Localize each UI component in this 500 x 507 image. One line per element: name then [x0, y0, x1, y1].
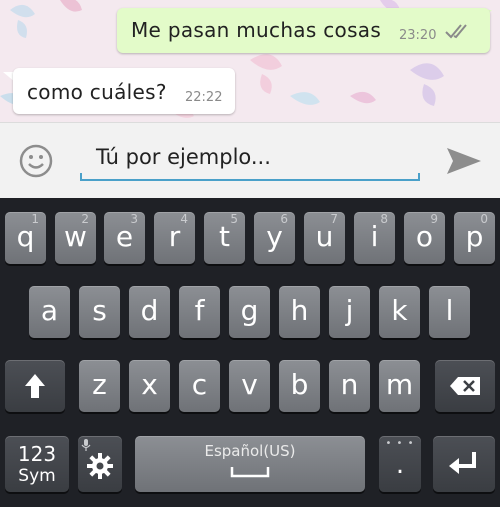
key-m[interactable]: m	[379, 360, 420, 412]
period-key-dots: • • •	[385, 438, 415, 449]
input-underline-right	[418, 173, 420, 181]
soft-keyboard: 1 q 2 w 3 e 4 r 5 t 6 y 7 u 8 i 9 o 0 p a s d f g h j k l z x c v b n m 123 S…	[0, 198, 500, 507]
key-p[interactable]: 0p	[454, 212, 495, 264]
key-label: l	[445, 294, 454, 327]
language-label: Español(US)	[204, 442, 296, 460]
key-n[interactable]: n	[329, 360, 370, 412]
chat-screen: Me pasan muchas cosas 23:20 como cuáles?…	[0, 0, 500, 507]
key-f[interactable]: f	[179, 286, 220, 338]
double-check-icon	[445, 24, 467, 39]
key-label: p	[465, 220, 484, 253]
key-label: a	[40, 294, 59, 327]
outgoing-message-time: 23:20	[399, 28, 437, 43]
key-u[interactable]: 7u	[304, 212, 345, 264]
key-label: e	[115, 220, 134, 253]
microphone-icon	[81, 439, 91, 451]
incoming-message-bubble[interactable]: como cuáles? 22:22	[13, 68, 235, 114]
key-label: u	[315, 220, 334, 253]
key-label: m	[385, 368, 414, 401]
space-bar-icon	[230, 467, 270, 478]
period-key-label: .	[395, 450, 405, 480]
key-label: b	[290, 368, 309, 401]
shift-arrow-icon	[25, 374, 45, 398]
key-label: k	[391, 294, 408, 327]
key-s[interactable]: s	[79, 286, 120, 338]
outgoing-message-text: Me pasan muchas cosas	[131, 18, 382, 42]
key-k[interactable]: k	[379, 286, 420, 338]
input-underline-left	[80, 173, 82, 181]
key-e[interactable]: 3e	[104, 212, 145, 264]
key-label: f	[194, 294, 205, 327]
key-h[interactable]: h	[279, 286, 320, 338]
enter-key[interactable]	[433, 436, 495, 492]
key-label: x	[141, 368, 158, 401]
key-b[interactable]: b	[279, 360, 320, 412]
key-o[interactable]: 9o	[404, 212, 445, 264]
outgoing-message-bubble[interactable]: Me pasan muchas cosas 23:20	[117, 8, 490, 53]
send-arrow-icon[interactable]	[444, 145, 484, 177]
incoming-message-time: 22:22	[185, 90, 223, 105]
input-underline	[80, 179, 420, 181]
smiley-icon[interactable]	[18, 143, 54, 179]
key-t[interactable]: 5t	[204, 212, 245, 264]
key-r[interactable]: 4r	[154, 212, 195, 264]
key-i[interactable]: 8i	[354, 212, 395, 264]
space-key[interactable]: Español(US)	[135, 436, 365, 492]
key-c[interactable]: c	[179, 360, 220, 412]
message-input[interactable]: Tú por ejemplo...	[80, 137, 420, 181]
key-label: n	[340, 368, 359, 401]
message-input-value: Tú por ejemplo...	[96, 145, 271, 169]
chat-wallpaper: Me pasan muchas cosas 23:20 como cuáles?…	[0, 0, 500, 122]
symbols-key-label-top: 123	[17, 442, 57, 466]
period-key[interactable]: • • •.	[379, 436, 421, 492]
key-a[interactable]: a	[29, 286, 70, 338]
key-label: c	[191, 368, 208, 401]
backspace-key[interactable]	[435, 360, 495, 412]
incoming-message-text: como cuáles?	[27, 80, 167, 104]
key-label: z	[92, 368, 107, 401]
key-label: t	[219, 220, 230, 253]
key-label: w	[64, 220, 87, 253]
key-label: i	[370, 220, 379, 253]
key-z[interactable]: z	[79, 360, 120, 412]
symbols-key-label-bottom: Sym	[18, 466, 56, 486]
key-label: q	[16, 220, 35, 253]
key-label: g	[240, 294, 259, 327]
backspace-icon	[450, 377, 480, 395]
key-label: j	[345, 294, 354, 327]
key-y[interactable]: 6y	[254, 212, 295, 264]
key-label: o	[415, 220, 434, 253]
enter-return-icon	[449, 452, 476, 474]
key-l[interactable]: l	[429, 286, 470, 338]
key-w[interactable]: 2w	[55, 212, 96, 264]
key-label: s	[92, 294, 107, 327]
key-label: v	[241, 368, 258, 401]
key-label: h	[290, 294, 309, 327]
gear-icon	[87, 453, 113, 479]
key-d[interactable]: d	[129, 286, 170, 338]
key-label: r	[168, 220, 181, 253]
key-label: d	[140, 294, 159, 327]
key-v[interactable]: v	[229, 360, 270, 412]
key-q[interactable]: 1q	[5, 212, 46, 264]
key-j[interactable]: j	[329, 286, 370, 338]
settings-key[interactable]	[78, 436, 122, 492]
key-x[interactable]: x	[129, 360, 170, 412]
key-label: y	[266, 220, 283, 253]
shift-key[interactable]	[5, 360, 65, 412]
key-g[interactable]: g	[229, 286, 270, 338]
symbols-key[interactable]: 123 Sym	[5, 436, 69, 492]
message-input-bar: Tú por ejemplo...	[0, 122, 500, 198]
